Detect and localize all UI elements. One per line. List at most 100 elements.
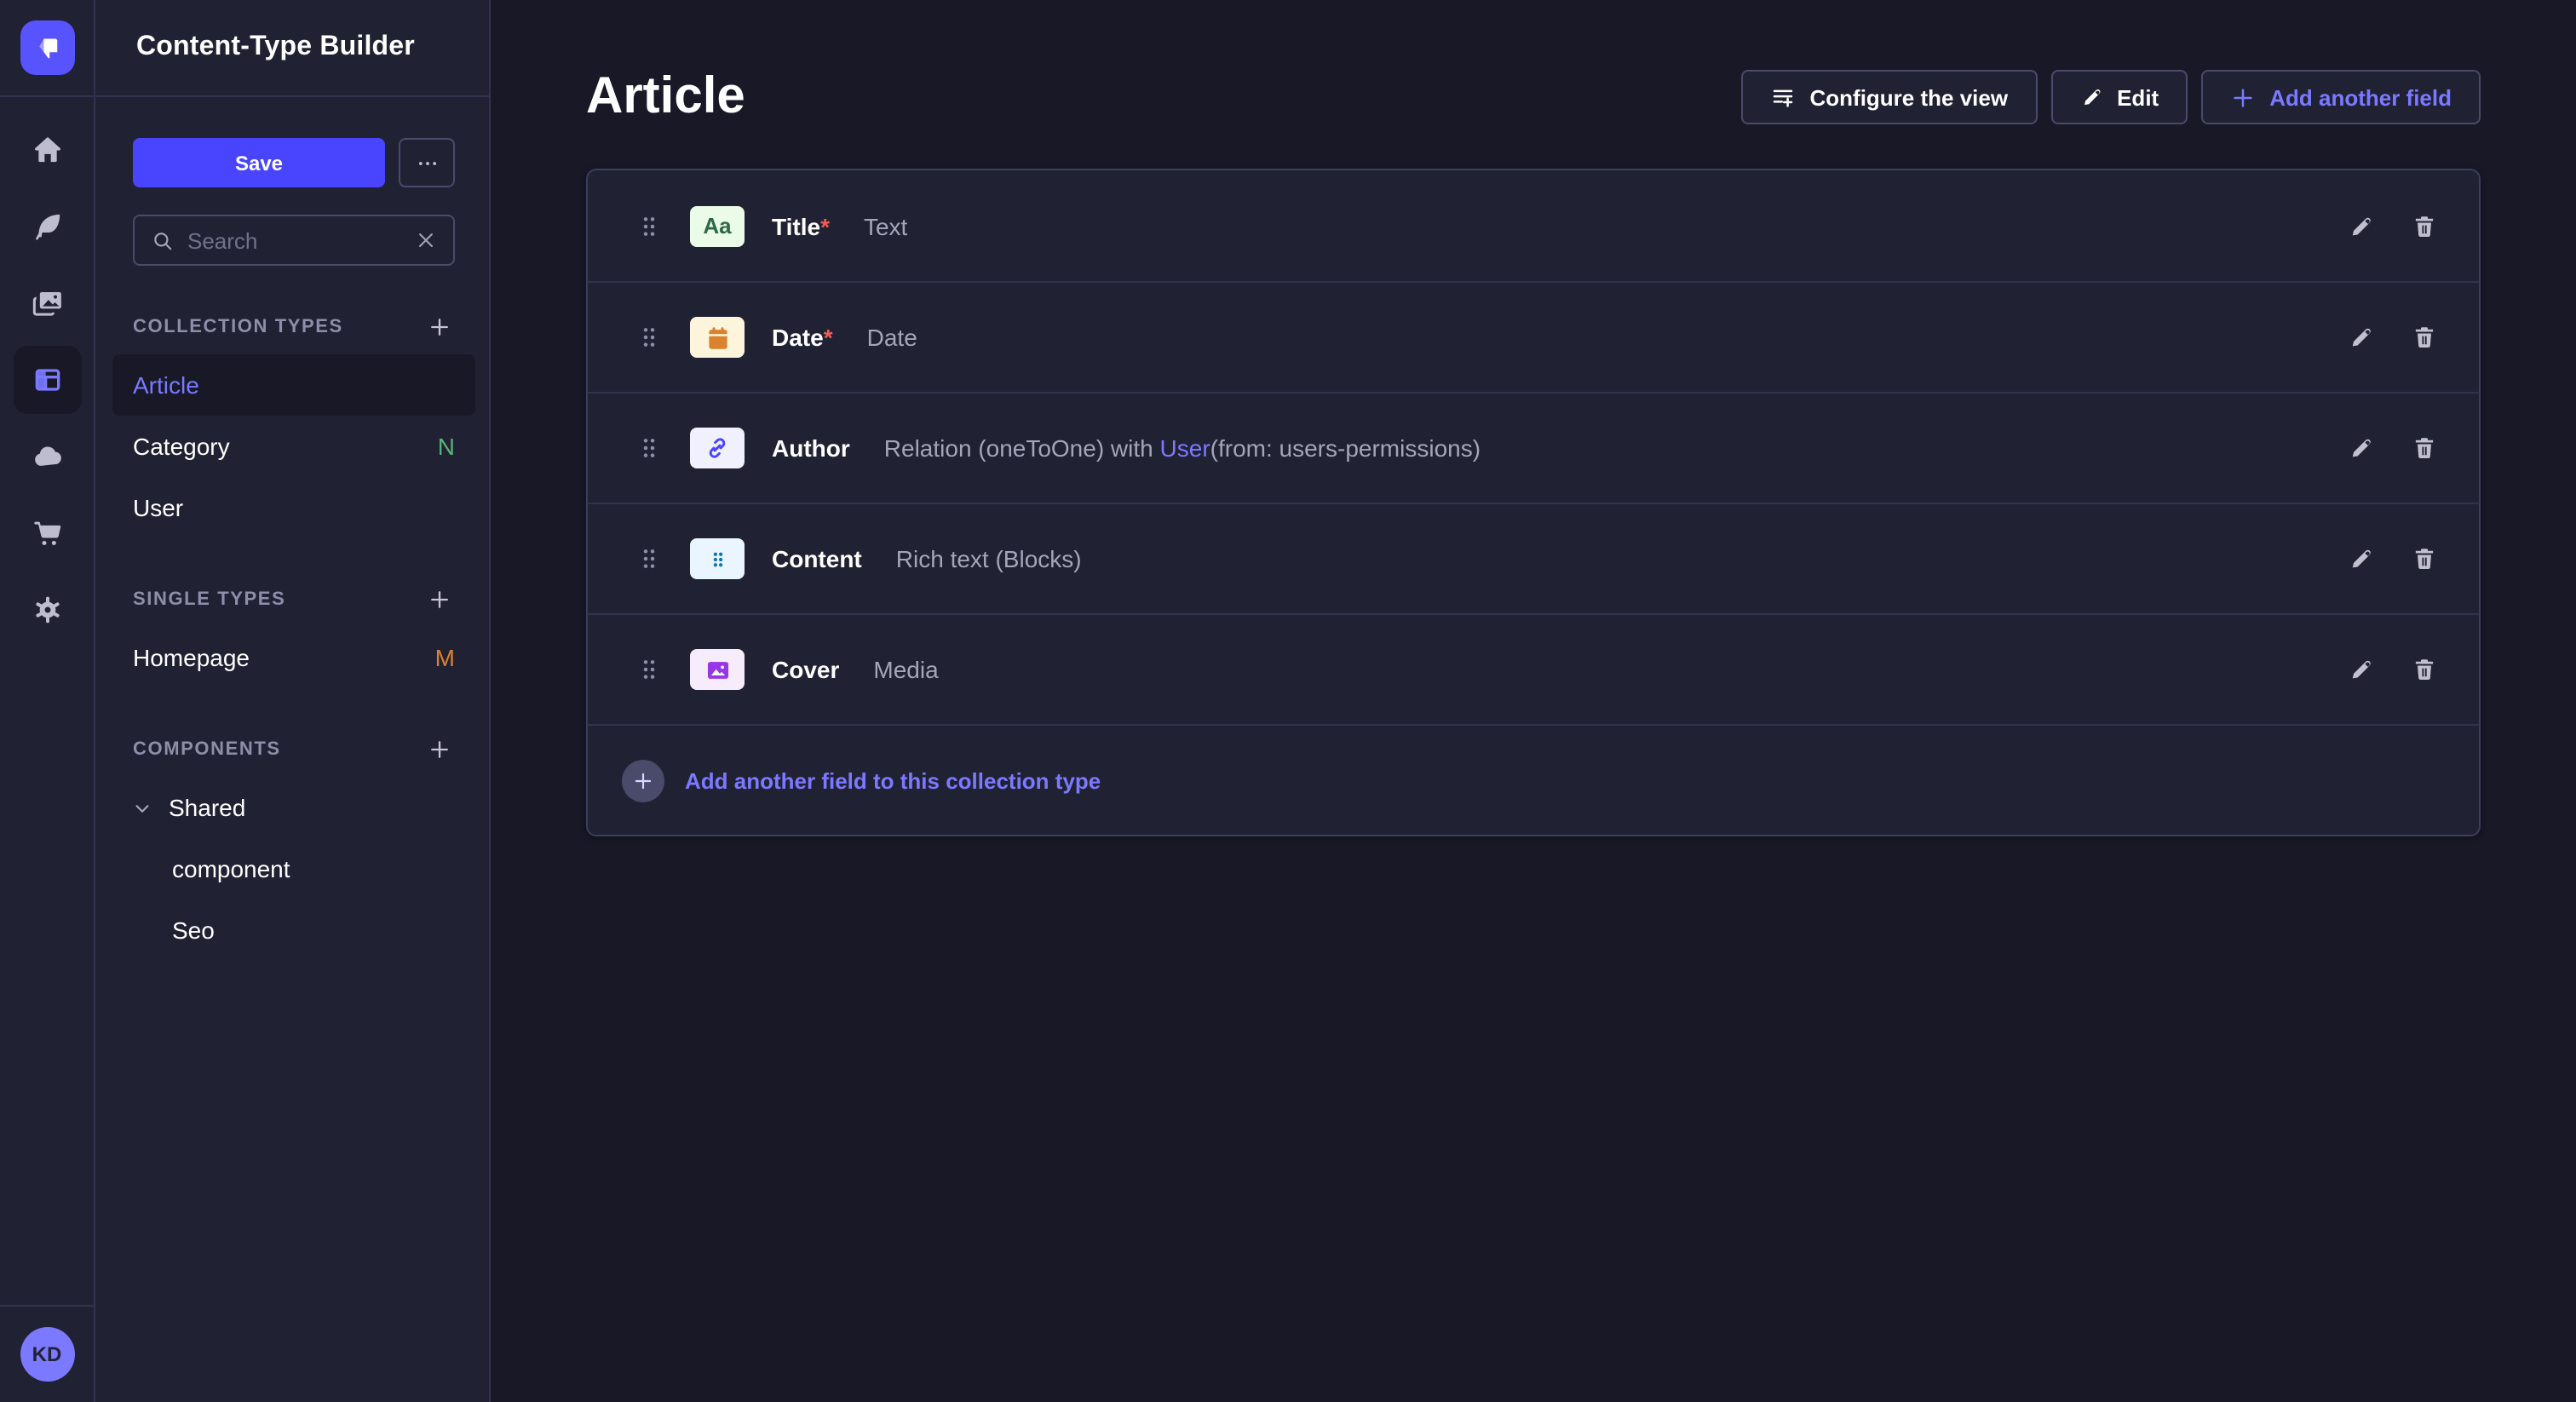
field-row-title: Aa Title* Text bbox=[588, 170, 2479, 281]
header-actions: Configure the view Edit Add another fiel… bbox=[1742, 70, 2481, 124]
drag-handle-icon[interactable] bbox=[635, 324, 663, 351]
add-single-type-button[interactable] bbox=[424, 584, 455, 615]
main-content: Article Configure the view Edit Add anot… bbox=[491, 0, 2576, 1402]
edit-field-button[interactable] bbox=[2348, 324, 2375, 351]
add-field-row[interactable]: Add another field to this collection typ… bbox=[588, 724, 2479, 835]
field-row-date: Date* Date bbox=[588, 281, 2479, 392]
app-root: KD Content-Type Builder Save COLLECTION … bbox=[0, 0, 2576, 1402]
avatar[interactable]: KD bbox=[20, 1327, 74, 1382]
required-mark: * bbox=[820, 212, 830, 239]
drag-handle-icon[interactable] bbox=[635, 656, 663, 683]
media-field-icon bbox=[690, 649, 745, 690]
sidebar-item-category[interactable]: CategoryN bbox=[112, 416, 475, 477]
avatar-initials: KD bbox=[32, 1342, 62, 1366]
more-options-button[interactable] bbox=[399, 138, 455, 187]
trash-icon bbox=[2411, 324, 2438, 351]
field-type: Date bbox=[867, 324, 917, 351]
relation-field-icon bbox=[690, 428, 745, 468]
field-type: Rich text (Blocks) bbox=[896, 545, 1082, 572]
trash-icon bbox=[2411, 656, 2438, 683]
single-types-label: SINGLE TYPES bbox=[133, 589, 285, 610]
field-row-content: Content Rich text (Blocks) bbox=[588, 503, 2479, 613]
media-library-icon[interactable] bbox=[13, 269, 81, 337]
trash-icon bbox=[2411, 545, 2438, 572]
field-row-author: Author Relation (oneToOne) with User(fro… bbox=[588, 392, 2479, 503]
strapi-logo-icon bbox=[32, 32, 62, 63]
sidebar-title: Content-Type Builder bbox=[136, 32, 415, 63]
edit-field-button[interactable] bbox=[2348, 212, 2375, 239]
field-name: Title* bbox=[772, 212, 830, 239]
clear-search-icon[interactable] bbox=[416, 230, 436, 250]
delete-field-button[interactable] bbox=[2411, 545, 2438, 572]
component-item-seo[interactable]: Seo bbox=[133, 899, 455, 961]
field-type: Text bbox=[864, 212, 907, 239]
ellipsis-icon bbox=[415, 151, 439, 175]
settings-gear-icon[interactable] bbox=[13, 576, 81, 644]
plus-icon bbox=[428, 315, 451, 339]
configure-list-icon bbox=[1771, 84, 1797, 110]
plus-icon bbox=[2230, 84, 2256, 110]
sidebar-item-user[interactable]: User bbox=[112, 477, 475, 538]
component-group-shared[interactable]: Shared bbox=[133, 777, 455, 838]
chevron-down-icon bbox=[133, 798, 152, 817]
sidebar: Content-Type Builder Save COLLECTION TYP… bbox=[95, 0, 491, 1402]
components-section: COMPONENTS Shared component Seo bbox=[133, 733, 455, 961]
add-component-button[interactable] bbox=[424, 734, 455, 765]
status-badge-n: N bbox=[438, 433, 455, 460]
plus-icon bbox=[428, 738, 451, 761]
edit-field-button[interactable] bbox=[2348, 434, 2375, 462]
add-collection-type-button[interactable] bbox=[424, 312, 455, 342]
relation-target-link[interactable]: User bbox=[1160, 434, 1210, 462]
required-mark: * bbox=[824, 324, 833, 351]
delete-field-button[interactable] bbox=[2411, 212, 2438, 239]
drag-handle-icon[interactable] bbox=[635, 212, 663, 239]
add-field-row-label: Add another field to this collection typ… bbox=[685, 767, 1101, 793]
deploy-cloud-icon[interactable] bbox=[13, 422, 81, 491]
home-icon[interactable] bbox=[13, 116, 81, 184]
logo-zone bbox=[0, 0, 94, 97]
sidebar-item-article[interactable]: Article bbox=[112, 354, 475, 416]
marketplace-cart-icon[interactable] bbox=[13, 499, 81, 567]
collection-types-section: COLLECTION TYPES Article CategoryN User bbox=[133, 310, 455, 538]
field-name: Cover bbox=[772, 656, 839, 683]
date-field-icon bbox=[690, 317, 745, 358]
content-manager-feather-icon[interactable] bbox=[13, 192, 81, 261]
single-types-section: SINGLE TYPES HomepageM bbox=[133, 583, 455, 688]
component-item-component[interactable]: component bbox=[133, 838, 455, 899]
content-type-builder-icon[interactable] bbox=[13, 346, 81, 414]
delete-field-button[interactable] bbox=[2411, 324, 2438, 351]
pencil-icon bbox=[2348, 545, 2375, 572]
strapi-logo[interactable] bbox=[20, 20, 74, 75]
pencil-icon bbox=[2348, 212, 2375, 239]
delete-field-button[interactable] bbox=[2411, 656, 2438, 683]
field-name: Date* bbox=[772, 324, 833, 351]
plus-circle-icon bbox=[622, 759, 664, 802]
field-type: Relation (oneToOne) with User(from: user… bbox=[884, 434, 1481, 462]
collection-types-label: COLLECTION TYPES bbox=[133, 317, 343, 337]
search-box bbox=[133, 215, 455, 266]
edit-field-button[interactable] bbox=[2348, 545, 2375, 572]
pencil-icon bbox=[2348, 434, 2375, 462]
delete-field-button[interactable] bbox=[2411, 434, 2438, 462]
configure-view-button[interactable]: Configure the view bbox=[1742, 70, 2038, 124]
edit-button[interactable]: Edit bbox=[2050, 70, 2188, 124]
trash-icon bbox=[2411, 434, 2438, 462]
pencil-icon bbox=[2348, 324, 2375, 351]
add-another-field-button[interactable]: Add another field bbox=[2201, 70, 2481, 124]
edit-field-button[interactable] bbox=[2348, 656, 2375, 683]
pencil-icon bbox=[2348, 656, 2375, 683]
drag-handle-icon[interactable] bbox=[635, 545, 663, 572]
rail-footer: KD bbox=[0, 1305, 94, 1402]
field-name: Content bbox=[772, 545, 862, 572]
plus-icon bbox=[428, 588, 451, 612]
field-row-cover: Cover Media bbox=[588, 613, 2479, 724]
field-name: Author bbox=[772, 434, 850, 462]
status-badge-m: M bbox=[435, 644, 455, 671]
sidebar-header: Content-Type Builder bbox=[95, 0, 489, 97]
sidebar-item-homepage[interactable]: HomepageM bbox=[112, 627, 475, 688]
page-title: Article bbox=[586, 68, 745, 126]
save-button[interactable]: Save bbox=[133, 138, 385, 187]
drag-handle-icon[interactable] bbox=[635, 434, 663, 462]
fields-table: Aa Title* Text Date* Date bbox=[586, 169, 2481, 836]
search-input[interactable] bbox=[187, 227, 402, 253]
